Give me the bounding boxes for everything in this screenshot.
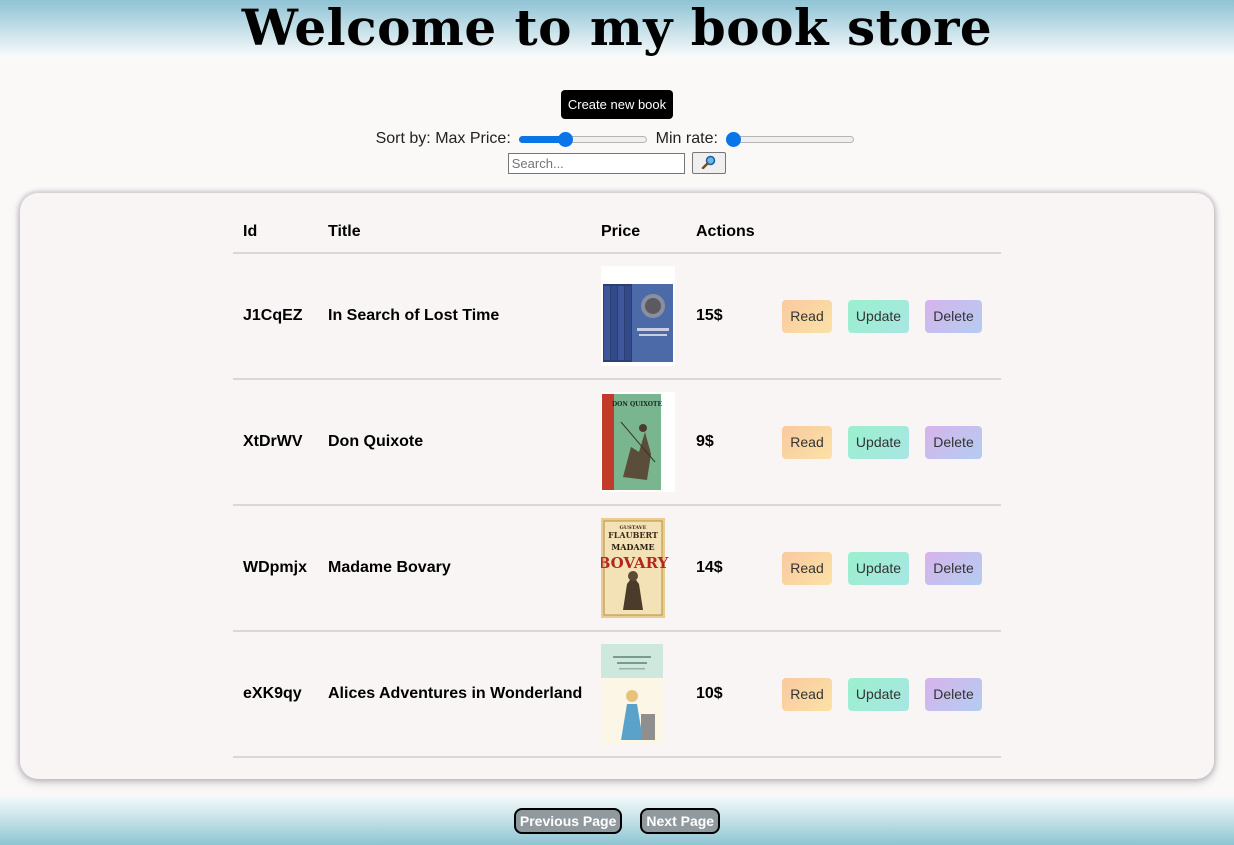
table-row: XtDrWV Don Quixote DON QUIXOTE 9$ Read U… xyxy=(233,379,1001,506)
next-page-button[interactable]: Next Page xyxy=(640,808,721,834)
book-actions: Read Update Delete xyxy=(772,631,1001,758)
delete-button[interactable]: Delete xyxy=(925,551,982,585)
create-book-button[interactable]: Create new book xyxy=(560,90,674,119)
svg-text:DON QUIXOTE: DON QUIXOTE xyxy=(612,401,663,408)
page-header: Welcome to my book store xyxy=(0,0,1234,58)
min-rate-label: Min rate: xyxy=(655,130,718,147)
book-price: 14$ xyxy=(686,505,772,632)
book-cover-cell xyxy=(591,631,686,758)
don-quixote-cover: DON QUIXOTE xyxy=(601,392,675,492)
book-cover-cell xyxy=(591,253,686,380)
max-price-slider[interactable] xyxy=(519,130,648,148)
table-row: WDpmjx Madame Bovary GUSTAVE FLAUBERT MA… xyxy=(233,505,1001,632)
book-title: In Search of Lost Time xyxy=(318,253,591,380)
page-title: Welcome to my book store xyxy=(241,0,993,57)
madame-bovary-cover: GUSTAVE FLAUBERT MADAME BOVARY xyxy=(601,518,669,618)
book-actions: Read Update Delete xyxy=(772,505,1001,632)
alice-cover xyxy=(601,644,663,744)
toolbar: Create new book xyxy=(0,90,1234,119)
sort-controls: Sort by: Max Price: Min rate: xyxy=(0,130,1234,148)
svg-text:MADAME: MADAME xyxy=(611,542,654,552)
read-button[interactable]: Read xyxy=(782,677,832,711)
min-rate-slider[interactable] xyxy=(726,130,855,148)
column-header-price: Price xyxy=(591,211,686,254)
book-actions: Read Update Delete xyxy=(772,379,1001,506)
delete-button[interactable]: Delete xyxy=(925,299,982,333)
svg-text:FLAUBERT: FLAUBERT xyxy=(608,530,658,540)
pagination-footer: Previous Page Next Page xyxy=(0,796,1234,845)
book-id: eXK9qy xyxy=(233,631,318,758)
update-button[interactable]: Update xyxy=(848,299,909,333)
book-cover-cell: DON QUIXOTE xyxy=(591,379,686,506)
update-button[interactable]: Update xyxy=(848,425,909,459)
column-header-actions: Actions xyxy=(686,211,772,254)
min-rate-slider-thumb[interactable] xyxy=(726,132,742,147)
sort-max-price-label: Sort by: Max Price: xyxy=(375,130,511,147)
book-price: 10$ xyxy=(686,631,772,758)
book-id: WDpmjx xyxy=(233,505,318,632)
book-price: 15$ xyxy=(686,253,772,380)
book-actions: Read Update Delete xyxy=(772,253,1001,380)
delete-button[interactable]: Delete xyxy=(925,677,982,711)
table-row: J1CqEZ In Search of Lost Time 15$ Read U… xyxy=(233,253,1001,380)
search-bar xyxy=(0,152,1234,174)
books-card: Id Title Price Actions J1CqEZ In Search … xyxy=(20,193,1214,779)
book-id: J1CqEZ xyxy=(233,253,318,380)
book-title: Don Quixote xyxy=(318,379,591,506)
delete-button[interactable]: Delete xyxy=(925,425,982,459)
book-title: Madame Bovary xyxy=(318,505,591,632)
read-button[interactable]: Read xyxy=(782,425,832,459)
table-header-row: Id Title Price Actions xyxy=(233,211,1001,254)
read-button[interactable]: Read xyxy=(782,551,832,585)
books-table: Id Title Price Actions J1CqEZ In Search … xyxy=(233,211,1001,758)
svg-text:BOVARY: BOVARY xyxy=(601,554,669,572)
previous-page-button[interactable]: Previous Page xyxy=(513,808,623,834)
max-price-slider-thumb[interactable] xyxy=(558,132,574,147)
book-title: Alices Adventures in Wonderland xyxy=(318,631,591,758)
book-id: XtDrWV xyxy=(233,379,318,506)
search-button[interactable] xyxy=(692,152,727,174)
update-button[interactable]: Update xyxy=(848,677,909,711)
column-header-title: Title xyxy=(318,211,591,254)
book-cover-cell: GUSTAVE FLAUBERT MADAME BOVARY xyxy=(591,505,686,632)
table-row: eXK9qy Alices Adventures in Wonderland 1 xyxy=(233,631,1001,758)
column-header-buttons xyxy=(772,211,1001,254)
read-button[interactable]: Read xyxy=(782,299,832,333)
search-input[interactable] xyxy=(507,152,685,174)
book-price: 9$ xyxy=(686,379,772,506)
lost-time-cover xyxy=(601,266,675,366)
update-button[interactable]: Update xyxy=(848,551,909,585)
magnifier-icon xyxy=(701,155,716,169)
column-header-id: Id xyxy=(233,211,318,254)
